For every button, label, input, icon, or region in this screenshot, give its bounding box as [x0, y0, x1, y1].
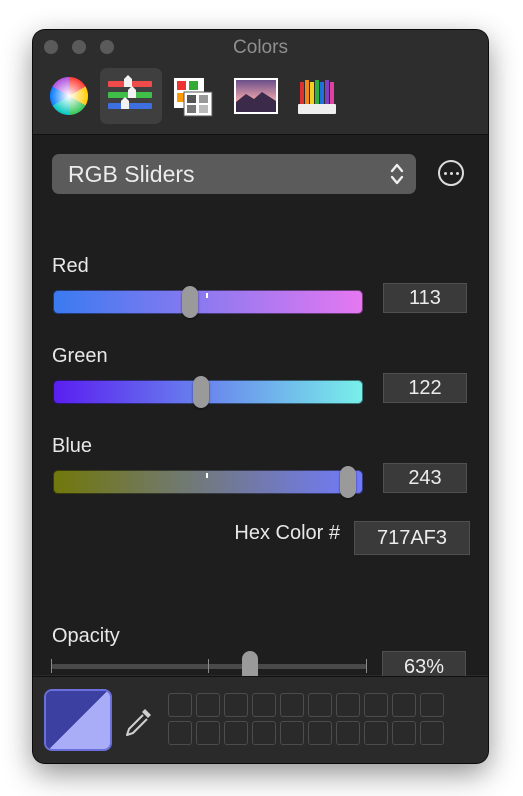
swatch-slot[interactable] — [420, 693, 444, 717]
tab-color-palettes[interactable] — [162, 68, 224, 124]
green-label: Green — [52, 345, 108, 367]
mode-label: RGB Sliders — [68, 161, 195, 187]
current-color-well[interactable] — [46, 691, 110, 749]
swatch-slot[interactable] — [196, 721, 220, 745]
slider-tick — [51, 659, 52, 673]
red-slider-knob[interactable] — [182, 286, 198, 318]
mode-popup[interactable]: RGB Sliders — [52, 154, 416, 194]
more-options-button[interactable] — [438, 160, 464, 186]
swatch-slot[interactable] — [224, 693, 248, 717]
tab-image-palettes[interactable] — [224, 68, 286, 124]
swatch-slot[interactable] — [364, 721, 388, 745]
red-slider[interactable] — [53, 286, 363, 318]
titlebar: Colors — [33, 30, 488, 135]
opacity-slider[interactable] — [51, 659, 367, 673]
color-palettes-icon — [174, 78, 213, 117]
tab-color-sliders[interactable] — [100, 68, 162, 124]
hex-label: Hex Color # — [234, 522, 340, 544]
blue-slider-knob[interactable] — [340, 466, 356, 498]
colors-window: Colors RGB Sliders Red 113 Green 122 Blu… — [33, 30, 488, 763]
swatch-slot[interactable] — [308, 721, 332, 745]
more-options-dot — [450, 172, 453, 175]
swatch-slot[interactable] — [392, 693, 416, 717]
swatch-slot[interactable] — [392, 721, 416, 745]
green-value-field[interactable]: 122 — [383, 373, 467, 403]
swatch-slot[interactable] — [280, 693, 304, 717]
red-label: Red — [52, 255, 89, 277]
swatch-slot[interactable] — [280, 721, 304, 745]
swatch-slot[interactable] — [252, 721, 276, 745]
more-options-dot — [456, 172, 459, 175]
tab-pencils[interactable] — [286, 68, 348, 124]
swatch-slot[interactable] — [364, 693, 388, 717]
slider-tick — [208, 659, 209, 673]
swatch-slot[interactable] — [420, 721, 444, 745]
green-slider-knob[interactable] — [193, 376, 209, 408]
eyedropper-icon[interactable] — [121, 703, 157, 739]
swatch-slot[interactable] — [168, 721, 192, 745]
opacity-label: Opacity — [52, 625, 120, 647]
tab-color-wheel[interactable] — [38, 68, 100, 124]
swatch-slot[interactable] — [336, 721, 360, 745]
green-slider[interactable] — [53, 376, 363, 408]
blue-value-field[interactable]: 243 — [383, 463, 467, 493]
slider-tick — [366, 659, 367, 673]
hex-value-field[interactable]: 717AF3 — [354, 521, 470, 555]
swatch-slot[interactable] — [224, 721, 248, 745]
chevron-updown-icon — [390, 163, 404, 185]
slider-tick — [206, 293, 208, 298]
swatch-slot[interactable] — [168, 693, 192, 717]
pencils-icon — [298, 80, 336, 114]
swatch-slot[interactable] — [308, 693, 332, 717]
slider-tick — [206, 473, 208, 478]
sliders-panel: RGB Sliders Red 113 Green 122 Blue 243 H… — [33, 135, 488, 683]
bottom-bar — [33, 676, 488, 763]
swatch-slot[interactable] — [252, 693, 276, 717]
red-value-field[interactable]: 113 — [383, 283, 467, 313]
window-title: Colors — [233, 37, 288, 58]
color-wheel-icon — [49, 76, 89, 116]
blue-label: Blue — [52, 435, 93, 457]
blue-slider[interactable] — [53, 466, 363, 498]
color-sliders-icon — [108, 75, 152, 109]
swatch-slot[interactable] — [196, 693, 220, 717]
more-options-icon — [444, 172, 447, 175]
swatch-slot[interactable] — [336, 693, 360, 717]
image-palettes-icon — [234, 78, 278, 114]
